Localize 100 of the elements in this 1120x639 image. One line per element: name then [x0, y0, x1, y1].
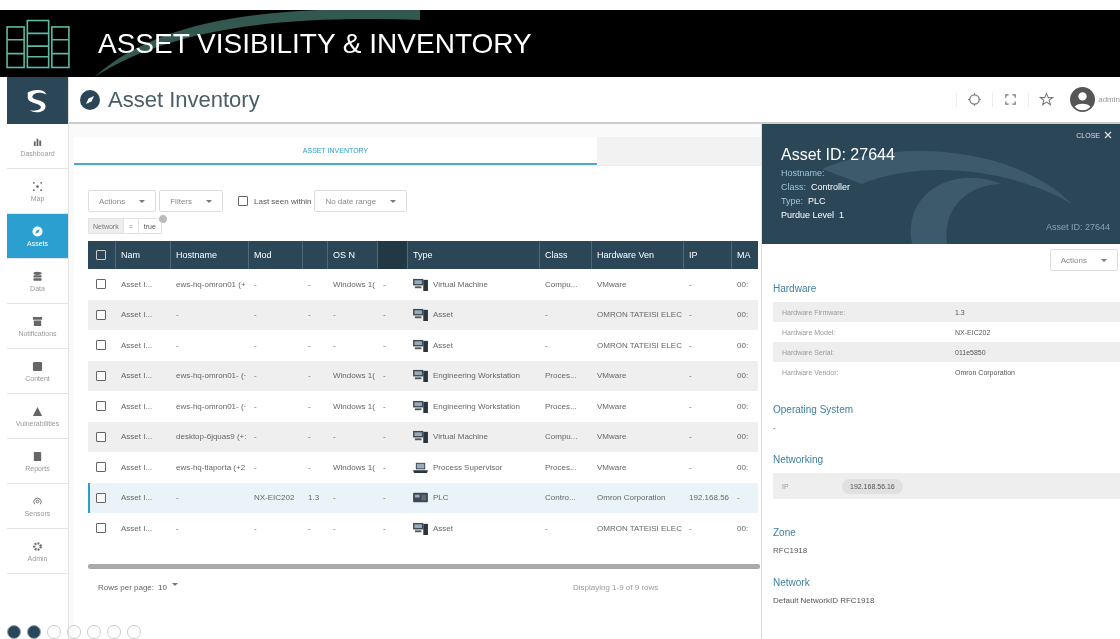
computer-icon [413, 277, 428, 291]
table-cell: Proces... [545, 371, 577, 381]
table-cell: - [308, 401, 311, 411]
user-menu[interactable]: admin [1098, 95, 1120, 104]
table-row[interactable]: Asset I... desktop-6jquas9 (+: - - - - Virtual Machine Compu... VMware - 00: [88, 421, 758, 452]
column-header[interactable]: Hardware Ven [591, 241, 683, 269]
table-cell: desktop-6jquas9 (+: [176, 432, 247, 442]
column-header[interactable]: Type [407, 241, 539, 269]
row-checkbox[interactable] [96, 401, 106, 412]
table-cell: - [545, 310, 548, 320]
fact-label: Type: [781, 196, 803, 206]
table-cell: Engineering Workstation [433, 401, 520, 411]
table-cell: - [333, 432, 336, 442]
table-cell: 192.168.56 [689, 493, 730, 503]
table-cell: Asset I... [121, 401, 153, 411]
asset-title: Asset ID: 27644 [781, 146, 896, 164]
avatar-icon[interactable] [1070, 87, 1096, 112]
compass-icon [80, 89, 100, 110]
close-icon [1104, 131, 1112, 139]
table-cell: - [254, 432, 257, 442]
table-cell: 00: [737, 401, 749, 411]
table-cell: - [254, 523, 257, 533]
actions-dropdown[interactable]: Actions [1049, 249, 1118, 271]
table-cell: - [308, 340, 311, 350]
table-cell: - [545, 523, 548, 533]
table-cell: Asset I... [121, 523, 153, 533]
row-checkbox[interactable] [96, 340, 106, 351]
checkbox[interactable] [238, 196, 248, 206]
table-cell: 00: [737, 523, 749, 533]
table-cell: - [383, 340, 386, 350]
computer-icon [413, 308, 428, 322]
table-cell: - [176, 340, 179, 350]
table-cell: OMRON TATEISI ELEC [597, 340, 682, 350]
table-cell: Asset I... [121, 432, 153, 442]
row-checkbox[interactable] [96, 523, 106, 534]
table-cell: - [176, 493, 179, 503]
computer-icon [413, 430, 428, 444]
select-all-checkbox[interactable] [96, 250, 106, 260]
row-checkbox[interactable] [96, 431, 106, 442]
table-cell: - [308, 279, 311, 289]
column-header[interactable]: Class [539, 241, 591, 269]
rows-per-page-dropdown[interactable]: 10 [158, 582, 178, 592]
banner-title: ASSET VISIBILITY & INVENTORY [98, 27, 532, 60]
fact-value: Controller [811, 182, 851, 192]
table-cell: Asset I... [121, 493, 153, 503]
section-title: Zone [773, 527, 797, 538]
table-cell: PLC [433, 493, 449, 503]
table-cell: VMware [597, 279, 627, 289]
table-cell: VMware [597, 462, 627, 472]
actions-dropdown[interactable]: Actions [88, 190, 157, 212]
table-cell: Asset I... [121, 340, 153, 350]
table-cell: - [254, 279, 257, 289]
section-title: Networking [773, 454, 825, 465]
nav-icon [32, 225, 43, 237]
table-cell: - [383, 371, 386, 381]
table-row[interactable]: Asset I... - NX-EIC202 1.3 - - PLC Contro... Omron Corporation 192.168.56 - [88, 482, 758, 513]
table-cell: 00: [737, 462, 749, 472]
filters-dropdown[interactable]: Filters [159, 190, 223, 212]
server-rack-icon [6, 17, 70, 70]
table-cell: VMware [597, 432, 627, 442]
row-checkbox[interactable] [96, 462, 106, 473]
date-range-dropdown[interactable]: No date range [314, 190, 408, 212]
fact-value: 1 [839, 210, 845, 220]
asset-id-label: Asset ID: 27644 [1045, 222, 1110, 232]
column-header[interactable]: OS N [327, 241, 377, 269]
table-cell: - [308, 523, 311, 533]
section-title: Hardware [773, 283, 818, 294]
table-cell: Process Supervisor [433, 462, 503, 472]
table-cell: Windows 1( [333, 279, 375, 289]
table-row[interactable]: Asset I... ews-hq-omron01- (· - - Windows 1( - Engineering Workstation Proces... VMware - 00: [88, 360, 758, 391]
column-header[interactable]: Hostname [170, 241, 248, 269]
pagination-summary: Displaying 1-9 of 9 rows [572, 582, 659, 592]
row-checkbox[interactable] [96, 279, 106, 290]
table-cell: - [308, 462, 311, 472]
table-cell: Asset [433, 523, 453, 533]
table-cell: Proces... [545, 462, 577, 472]
column-header[interactable]: IP [683, 241, 731, 269]
table-cell: - [689, 340, 692, 350]
table-cell: - [689, 401, 692, 411]
scrollbar[interactable] [88, 563, 760, 569]
column-header[interactable]: Mod [248, 241, 302, 269]
table-cell: Virtual Machine [433, 279, 488, 289]
column-header[interactable]: MA [731, 241, 758, 269]
row-checkbox[interactable] [96, 309, 106, 320]
fact-value: PLC [808, 196, 826, 206]
table-cell: ews-hq-tiaporta (+2 [176, 462, 246, 472]
plc-icon [413, 491, 428, 505]
table-cell: VMware [597, 371, 627, 381]
row-checkbox[interactable] [96, 370, 106, 381]
table-cell: 1.3 [308, 493, 320, 503]
row-checkbox[interactable] [96, 492, 106, 503]
table-cell: - [689, 371, 692, 381]
computer-icon [413, 521, 428, 535]
table-cell: Asset [433, 310, 453, 320]
column-header[interactable]: Nam [115, 241, 170, 269]
laptop-icon [413, 460, 428, 474]
table-cell: Compu... [545, 432, 578, 442]
nav-icon [32, 270, 43, 282]
section-value: Default NetworkID RFC1918 [773, 596, 876, 605]
table-row[interactable]: Asset I... - - - - - Asset - OMRON TATEISI ELEC - 00: [88, 299, 758, 330]
